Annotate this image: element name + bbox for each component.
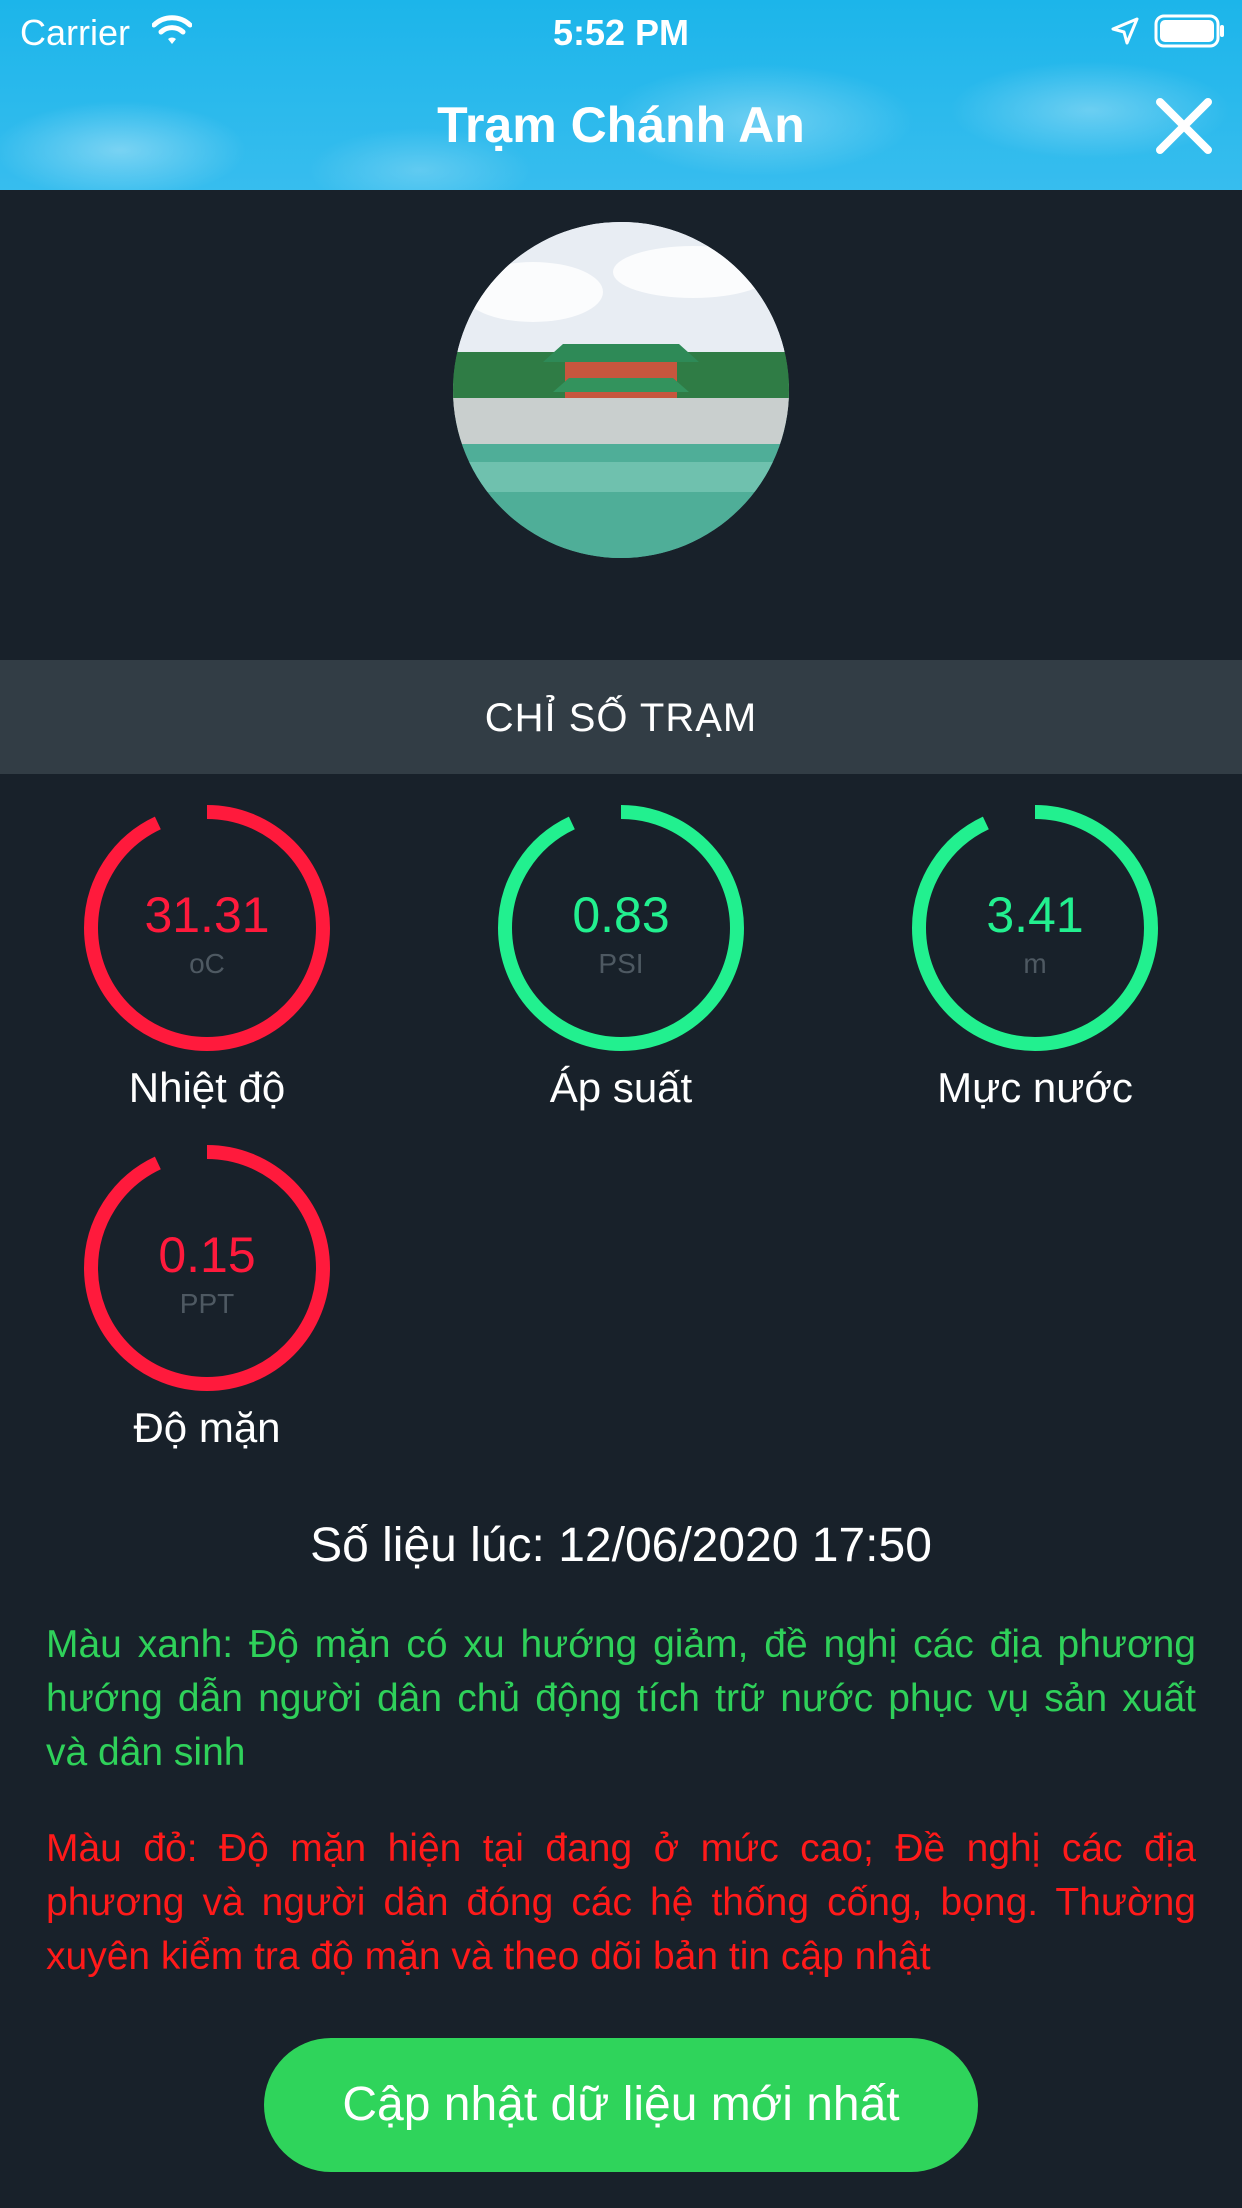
gauge-unit: oC (189, 948, 225, 979)
gauge-unit: PSI (598, 948, 644, 979)
gauge-value: 31.31 (144, 887, 270, 943)
gauge-label: Áp suất (549, 1064, 693, 1111)
page-title: Trạm Chánh An (437, 97, 805, 153)
gauge-label: Mực nước (937, 1064, 1133, 1111)
gauge-water-level: 3.41 m (905, 798, 1165, 1058)
gauge-temperature: 31.31 oC (77, 798, 337, 1058)
clock: 5:52 PM (552, 12, 690, 53)
gauge-unit: PPT (179, 1288, 235, 1319)
gauge-label: Độ mặn (133, 1404, 281, 1451)
header-bar: Carrier 5:52 PM Trạm Chánh An (0, 0, 1242, 190)
gauge-pressure: 0.83 PSI (491, 798, 751, 1058)
gauge-unit: m (1023, 948, 1047, 979)
section-title: CHỈ SỐ TRẠM (484, 696, 758, 740)
gauge-value: 3.41 (986, 887, 1084, 943)
gauge-salinity: 0.15 PPT (77, 1138, 337, 1398)
location-arrow-icon (1110, 16, 1140, 51)
gauge-value: 0.83 (572, 887, 670, 943)
green-legend-note: Màu xanh: Độ mặn có xu hướng giảm, đề ng… (46, 1623, 1196, 1774)
station-photo (453, 222, 789, 558)
close-icon[interactable] (1150, 92, 1218, 160)
status-bar: Carrier 5:52 PM (0, 0, 1242, 62)
battery-icon (1154, 14, 1226, 53)
red-legend-note: Màu đỏ: Độ mặn hiện tại đang ở mức cao; … (46, 1827, 1196, 1978)
gauge-label: Nhiệt độ (128, 1064, 286, 1111)
gauge-value: 0.15 (158, 1227, 256, 1283)
data-timestamp: Số liệu lúc: 12/06/2020 17:50 (310, 1519, 932, 1572)
update-data-button[interactable]: Cập nhật dữ liệu mới nhất (264, 2038, 978, 2172)
